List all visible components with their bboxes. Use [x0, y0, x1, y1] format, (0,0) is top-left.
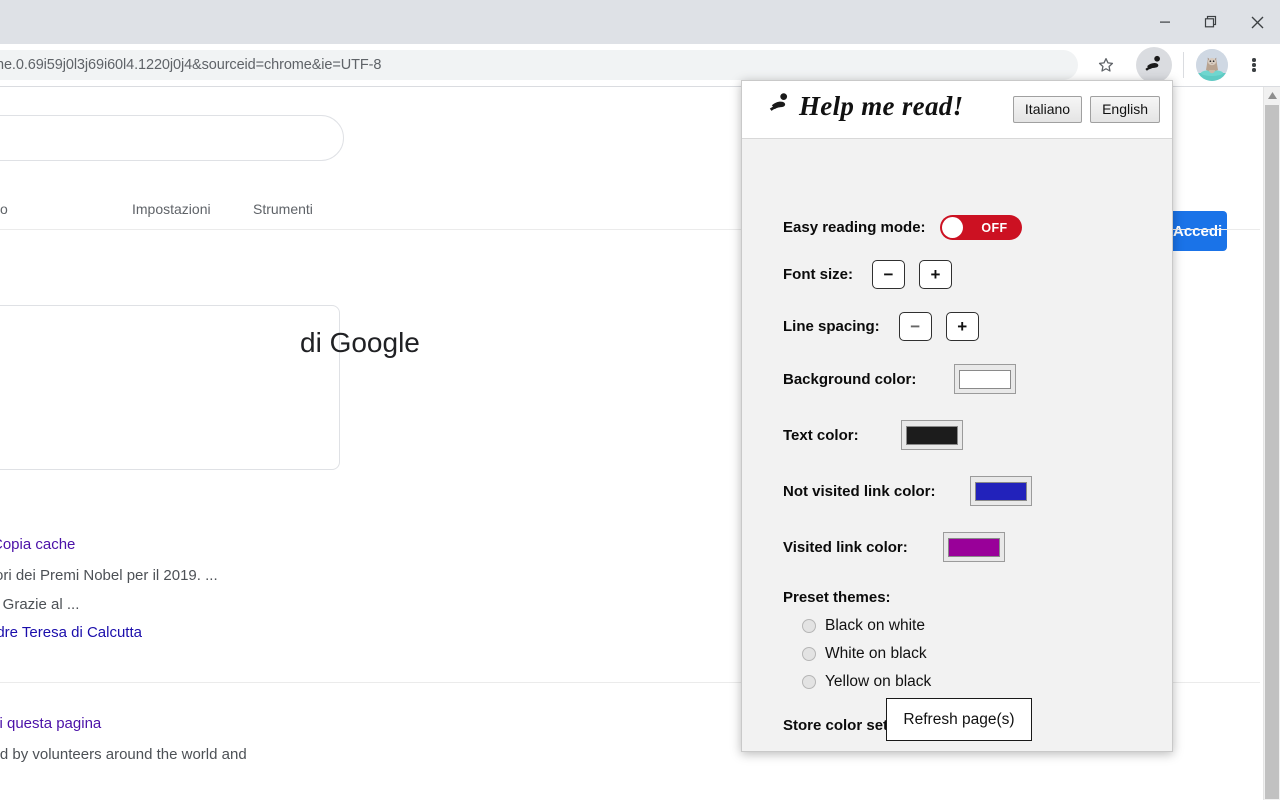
page-scrollbar[interactable]: [1263, 87, 1280, 800]
result-link[interactable]: Copia cache: [0, 536, 75, 553]
close-button[interactable]: [1234, 0, 1280, 44]
setting-easy-reading-mode: Easy reading mode: OFF: [742, 215, 1172, 240]
knowledge-card-title: di Google: [300, 327, 420, 358]
setting-background-color: Background color:: [742, 364, 1172, 394]
window-title-bar: [0, 0, 1280, 44]
toolbar-divider: [1183, 52, 1184, 78]
text-color-chip: [905, 425, 958, 445]
result-link[interactable]: ci questa pagina: [0, 715, 101, 732]
search-tab-tools[interactable]: Strumenti: [253, 201, 313, 217]
text-color-swatch-button[interactable]: [900, 420, 963, 450]
search-tab-settings[interactable]: Impostazioni: [132, 201, 211, 217]
language-button-italiano[interactable]: Italiano: [1012, 96, 1083, 123]
result-snippet: ited by volunteers around the world and: [0, 746, 247, 763]
popup-header: Help me read! Italiano English: [742, 81, 1172, 139]
preset-theme-label: Yellow on black: [825, 673, 932, 690]
search-tab-item[interactable]: o: [0, 201, 8, 217]
line-spacing-decrease-button[interactable]: −: [898, 312, 932, 341]
scroll-up-arrow-icon[interactable]: [1264, 87, 1280, 104]
preset-theme-label: Black on white: [825, 617, 925, 634]
scrollbar-thumb[interactable]: [1265, 105, 1279, 799]
visited-link-color-chip: [947, 537, 1000, 557]
setting-line-spacing: Line spacing: − +: [742, 312, 1172, 341]
kebab-dot: [1252, 63, 1256, 67]
bookmark-star-icon[interactable]: [1088, 47, 1124, 83]
setting-text-color: Text color:: [742, 420, 1172, 450]
restore-button[interactable]: [1188, 0, 1234, 44]
preset-theme-option-yellow-on-black[interactable]: Yellow on black: [802, 673, 931, 691]
preset-themes-section: Preset themes:: [742, 589, 1172, 606]
radio-button-icon[interactable]: [802, 619, 816, 633]
cat-avatar[interactable]: [1196, 49, 1228, 81]
window-controls: [1142, 0, 1280, 44]
easy-reading-mode-label: Easy reading mode:: [783, 219, 926, 236]
browser-window: ne.0.69i59j0l3j69i60l4.1220j0j4&sourceid…: [0, 0, 1280, 800]
popup-brand: Help me read!: [767, 91, 963, 122]
person-reading-book-icon: [767, 91, 793, 122]
minimize-button[interactable]: [1142, 0, 1188, 44]
visited-link-color-label: Visited link color:: [783, 538, 908, 556]
kebab-dot: [1252, 58, 1256, 62]
preset-theme-option-white-on-black[interactable]: White on black: [802, 645, 927, 663]
setting-not-visited-link-color: Not visited link color:: [742, 476, 1172, 506]
background-color-label: Background color:: [783, 370, 917, 388]
font-size-decrease-button[interactable]: −: [872, 260, 905, 289]
radio-button-icon[interactable]: [802, 675, 816, 689]
result-link[interactable]: adre Teresa di Calcutta: [0, 624, 142, 641]
text-color-label: Text color:: [783, 426, 859, 444]
refresh-pages-button[interactable]: Refresh page(s): [886, 698, 1032, 741]
line-spacing-increase-button[interactable]: +: [945, 312, 979, 341]
address-bar-url: ne.0.69i59j0l3j69i60l4.1220j0j4&sourceid…: [0, 57, 382, 73]
setting-font-size: Font size: − +: [742, 260, 1172, 289]
preset-themes-label: Preset themes:: [783, 589, 891, 606]
language-button-english[interactable]: English: [1090, 96, 1160, 123]
font-size-increase-button[interactable]: +: [919, 260, 952, 289]
help-me-read-extension-icon[interactable]: [1136, 47, 1172, 83]
line-spacing-label: Line spacing:: [783, 318, 880, 335]
not-visited-link-color-swatch-button[interactable]: [969, 476, 1032, 506]
radio-button-icon[interactable]: [802, 647, 816, 661]
font-size-label: Font size:: [783, 266, 853, 283]
popup-brand-title: Help me read!: [799, 91, 964, 121]
preset-theme-option-black-on-white[interactable]: Black on white: [802, 617, 925, 635]
kebab-dot: [1252, 68, 1256, 72]
kebab-menu-icon[interactable]: [1236, 47, 1272, 83]
google-search-input[interactable]: [0, 115, 344, 161]
address-bar[interactable]: ne.0.69i59j0l3j69i60l4.1220j0j4&sourceid…: [0, 50, 1078, 80]
not-visited-link-color-label: Not visited link color:: [783, 482, 936, 500]
language-switcher: Italiano English: [1012, 96, 1160, 123]
easy-reading-mode-toggle[interactable]: OFF: [939, 215, 1022, 240]
easy-reading-mode-state: OFF: [981, 220, 1008, 235]
help-me-read-popup: Help me read! Italiano English Easy read…: [741, 80, 1173, 752]
not-visited-link-color-chip: [974, 481, 1027, 501]
result-snippet: a. Grazie al ...: [0, 596, 80, 613]
background-color-swatch-button[interactable]: [954, 364, 1017, 394]
background-color-chip: [959, 369, 1012, 389]
toggle-knob: [941, 217, 963, 238]
knowledge-card: [0, 305, 340, 470]
result-snippet: citori dei Premi Nobel per il 2019. ...: [0, 567, 218, 584]
visited-link-color-swatch-button[interactable]: [942, 532, 1005, 562]
preset-theme-label: White on black: [825, 645, 927, 662]
setting-visited-link-color: Visited link color:: [742, 532, 1172, 562]
